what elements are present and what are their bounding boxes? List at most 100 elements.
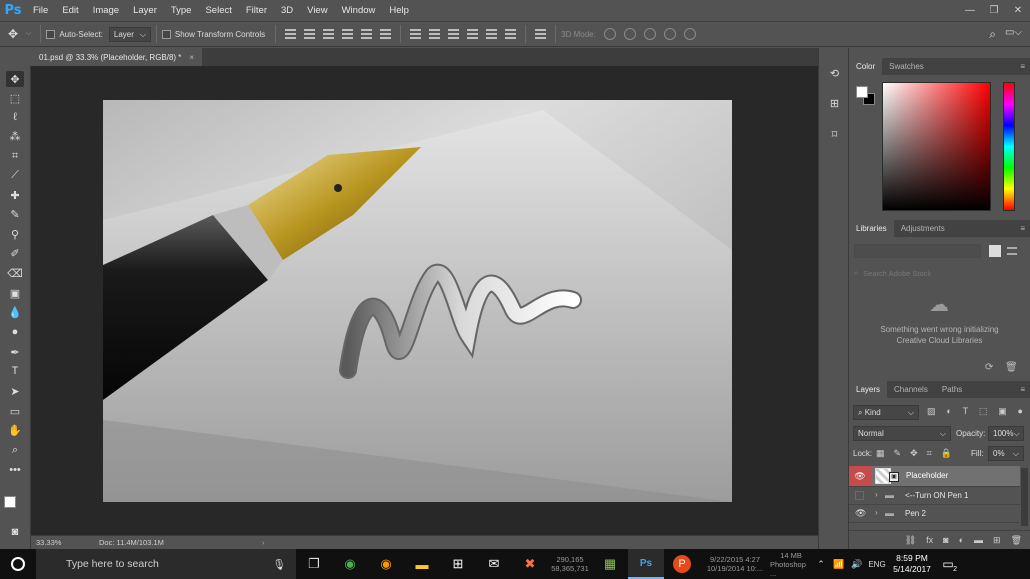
lock-artboard-icon[interactable]: ⌗: [927, 448, 932, 460]
align-left-icon[interactable]: [342, 29, 354, 40]
magic-wand-tool-icon[interactable]: ⁂: [6, 128, 24, 144]
new-group-icon[interactable]: ▬: [974, 535, 983, 545]
chevron-right-icon[interactable]: ›: [875, 508, 878, 517]
mail-icon[interactable]: ✉: [476, 549, 512, 579]
document-image[interactable]: [103, 100, 732, 502]
show-transform-checkbox[interactable]: [161, 29, 171, 39]
align-bottom-icon[interactable]: [323, 29, 335, 40]
file-explorer-icon[interactable]: ▬: [404, 549, 440, 579]
color-field[interactable]: [882, 82, 991, 211]
menu-edit[interactable]: Edit: [55, 0, 85, 21]
distribute-top-icon[interactable]: [410, 29, 422, 40]
lock-transparent-icon[interactable]: ▦: [876, 448, 885, 460]
history-panel-icon[interactable]: ⟲: [826, 65, 843, 82]
fill-input[interactable]: 0% ⌵: [988, 446, 1024, 461]
gradient-tool-icon[interactable]: ▣: [6, 285, 24, 301]
3d-drag-icon[interactable]: [643, 28, 656, 40]
distribute-hcenter-icon[interactable]: [486, 29, 498, 40]
shape-filter-icon[interactable]: ⬚: [979, 406, 988, 418]
move-tool-preset-icon[interactable]: ✥: [0, 27, 26, 41]
panel-menu-icon[interactable]: ≡: [1020, 224, 1025, 233]
type-tool-icon[interactable]: T: [6, 363, 24, 379]
ime-indicator[interactable]: ENG: [866, 549, 888, 579]
menu-file[interactable]: File: [26, 0, 55, 21]
start-button[interactable]: [0, 549, 36, 579]
rectangle-tool-icon[interactable]: ▭: [6, 403, 24, 419]
menu-layer[interactable]: Layer: [126, 0, 164, 21]
library-select[interactable]: [854, 244, 981, 258]
auto-align-icon[interactable]: [535, 29, 547, 40]
xampp-icon[interactable]: ✖: [512, 549, 548, 579]
close-tab-icon[interactable]: ×: [189, 53, 194, 62]
adjustment-filter-icon[interactable]: ◐: [946, 406, 951, 418]
visibility-eye-icon[interactable]: 👁: [849, 466, 871, 486]
auto-select-checkbox[interactable]: [46, 29, 56, 39]
tab-layers[interactable]: Layers: [849, 381, 888, 398]
pixel-filter-icon[interactable]: ▨: [927, 406, 936, 418]
tray-expand-icon[interactable]: ⌃: [812, 549, 830, 579]
type-filter-icon[interactable]: T: [963, 406, 969, 418]
healing-brush-tool-icon[interactable]: ✚: [6, 187, 24, 203]
menu-window[interactable]: Window: [335, 0, 383, 21]
tab-adjustments[interactable]: Adjustments: [894, 220, 952, 237]
tab-libraries[interactable]: Libraries: [849, 220, 894, 237]
firefox-icon[interactable]: ◉: [368, 549, 404, 579]
3d-rotate-icon[interactable]: [603, 28, 616, 40]
eyedropper-tool-icon[interactable]: ⟋: [6, 167, 24, 183]
crop-tool-icon[interactable]: ⌗: [6, 148, 24, 164]
minimize-button[interactable]: —: [958, 0, 982, 21]
brush-tool-icon[interactable]: ✎: [6, 206, 24, 222]
foreground-color-swatch[interactable]: [4, 496, 16, 508]
distribute-right-icon[interactable]: [505, 29, 517, 40]
chevron-down-icon[interactable]: ⌵: [26, 30, 31, 38]
winrar-icon[interactable]: ▦: [592, 549, 628, 579]
quick-mask-icon[interactable]: ◙: [6, 524, 24, 540]
clock[interactable]: 8:59 PM 5/14/2017: [888, 549, 936, 579]
chevron-right-icon[interactable]: ›: [875, 490, 878, 499]
lasso-tool-icon[interactable]: ℓ: [6, 109, 24, 125]
path-selection-tool-icon[interactable]: ➤: [6, 383, 24, 399]
volume-icon[interactable]: 🔊: [848, 549, 866, 579]
properties-panel-icon[interactable]: ⊞: [826, 95, 843, 112]
marquee-tool-icon[interactable]: ⬚: [6, 90, 24, 106]
close-window-button[interactable]: ✕: [1006, 0, 1030, 21]
cc-sync-icon[interactable]: ⟳: [985, 362, 993, 373]
3d-slide-icon[interactable]: [663, 28, 676, 40]
list-view-icon[interactable]: [1007, 247, 1017, 255]
grid-view-icon[interactable]: [989, 245, 1001, 257]
zoom-tool-icon[interactable]: ⌕: [6, 442, 24, 458]
tab-channels[interactable]: Channels: [887, 381, 935, 398]
add-mask-icon[interactable]: ◙: [943, 535, 948, 545]
photoshop-taskbar-icon[interactable]: Ps: [628, 549, 664, 579]
distribute-left-icon[interactable]: [467, 29, 479, 40]
zoom-level[interactable]: 33.33%: [36, 538, 91, 547]
hue-slider[interactable]: [1003, 82, 1015, 211]
blend-mode-dropdown[interactable]: Normal ⌵: [853, 426, 951, 441]
brush-panel-icon[interactable]: ⌑: [826, 126, 843, 143]
tab-color[interactable]: Color: [849, 58, 883, 75]
clone-stamp-tool-icon[interactable]: ⚲: [6, 226, 24, 242]
canvas-area[interactable]: [31, 66, 818, 535]
adjustment-layer-icon[interactable]: ◐: [959, 535, 964, 545]
dodge-tool-icon[interactable]: ●: [6, 324, 24, 340]
lock-image-icon[interactable]: ✎: [894, 448, 902, 460]
menu-image[interactable]: Image: [86, 0, 126, 21]
align-top-icon[interactable]: [285, 29, 297, 40]
layer-row-pen-2[interactable]: 👁 › ▬ Pen 2: [849, 504, 1020, 522]
microphone-icon[interactable]: 🎙: [273, 558, 286, 571]
stock-search[interactable]: ⌕ Search Adobe Stock: [854, 266, 1024, 280]
layer-filter-dropdown[interactable]: ⌕ Kind ⌵: [853, 405, 919, 420]
hand-tool-icon[interactable]: ✋: [6, 422, 24, 438]
align-hcenter-icon[interactable]: [361, 29, 373, 40]
fx-icon[interactable]: fx: [926, 535, 933, 545]
align-right-icon[interactable]: [380, 29, 392, 40]
action-center-button[interactable]: ▭ 2: [936, 549, 960, 579]
menu-help[interactable]: Help: [382, 0, 416, 21]
chrome-icon[interactable]: ◉: [332, 549, 368, 579]
auto-select-dropdown[interactable]: Layer ⌵: [108, 26, 151, 42]
move-tool-icon[interactable]: ✥: [6, 71, 24, 87]
new-layer-icon[interactable]: ⊞: [993, 535, 1001, 546]
layer-row-placeholder[interactable]: 👁 ▣ Placeholder: [849, 466, 1020, 486]
tab-paths[interactable]: Paths: [935, 381, 969, 398]
menu-view[interactable]: View: [300, 0, 334, 21]
